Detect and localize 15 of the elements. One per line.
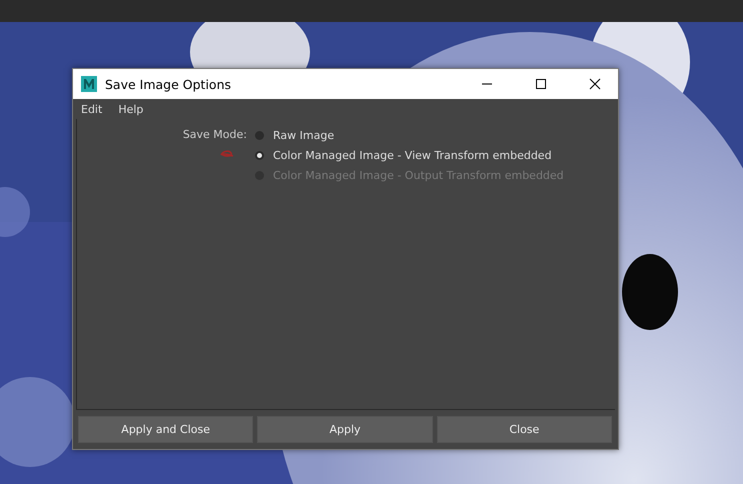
app-logo-icon (81, 76, 97, 92)
menu-item[interactable]: Help (113, 102, 148, 116)
dialog-button[interactable]: Apply and Close (78, 416, 254, 443)
dialog-button[interactable]: Close (436, 416, 612, 443)
menu-item[interactable]: Edit (76, 102, 108, 116)
scribble-mark (219, 149, 235, 159)
field-label: Save Mode: (182, 127, 247, 143)
window-title: Save Image Options (105, 76, 232, 92)
radio-button[interactable] (255, 150, 264, 160)
dialog-button[interactable]: Apply (257, 416, 433, 443)
close-icon (589, 78, 601, 90)
radio-label: Raw Image (273, 128, 334, 142)
radio-button[interactable] (255, 130, 264, 140)
radio-label: Color Managed Image - View Transform embedded (273, 148, 552, 162)
maximize-icon (535, 78, 547, 90)
